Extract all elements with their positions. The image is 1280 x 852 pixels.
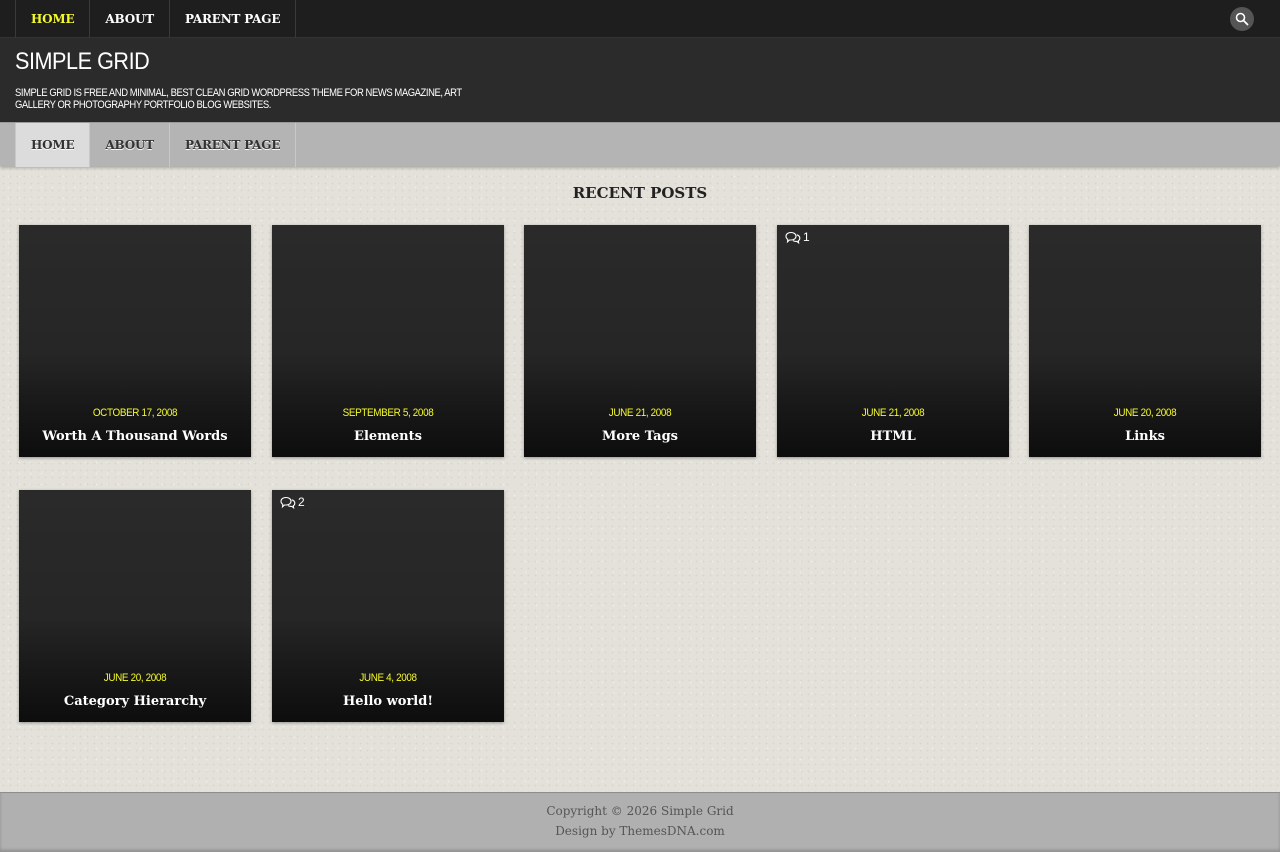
comments-icon bbox=[280, 496, 296, 509]
top-bar: HOME ABOUT PARENT PAGE bbox=[0, 0, 1280, 38]
post-date: JUNE 20, 2008 bbox=[1113, 407, 1177, 419]
post-date: JUNE 21, 2008 bbox=[861, 407, 925, 419]
design-credit-link[interactable]: Design by ThemesDNA.com bbox=[0, 824, 1280, 838]
primary-menu: HOME ABOUT PARENT PAGE bbox=[15, 123, 297, 167]
post-card[interactable]: 2 JUNE 4, 2008 Hello world! bbox=[272, 490, 504, 722]
nav-about[interactable]: ABOUT bbox=[89, 123, 169, 167]
top-nav-parent-page[interactable]: PARENT PAGE bbox=[168, 0, 297, 38]
primary-nav: HOME ABOUT PARENT PAGE bbox=[0, 122, 1280, 167]
comment-count[interactable]: 1 bbox=[785, 229, 810, 245]
copyright-text: Copyright © 2026 Simple Grid bbox=[546, 804, 734, 818]
post-date: OCTOBER 17, 2008 bbox=[92, 407, 178, 419]
search-button[interactable] bbox=[1230, 7, 1254, 31]
search-icon bbox=[1235, 12, 1249, 26]
post-card[interactable]: JUNE 20, 2008 Category Hierarchy bbox=[19, 490, 251, 722]
post-date: JUNE 21, 2008 bbox=[608, 407, 672, 419]
post-card[interactable]: OCTOBER 17, 2008 Worth A Thousand Words bbox=[19, 225, 251, 457]
comment-count-label: 1 bbox=[803, 230, 810, 244]
top-nav: HOME ABOUT PARENT PAGE bbox=[15, 0, 297, 38]
comment-count-label: 2 bbox=[298, 495, 305, 509]
post-title[interactable]: Links bbox=[1029, 429, 1261, 444]
top-nav-home[interactable]: HOME bbox=[15, 0, 89, 38]
site-title[interactable]: SIMPLE GRID bbox=[15, 48, 150, 76]
post-date: JUNE 4, 2008 bbox=[359, 672, 417, 684]
post-title[interactable]: Hello world! bbox=[272, 694, 504, 709]
top-nav-about[interactable]: ABOUT bbox=[89, 0, 169, 38]
post-card[interactable]: 1 JUNE 21, 2008 HTML bbox=[777, 225, 1009, 457]
nav-parent-page[interactable]: PARENT PAGE bbox=[168, 123, 297, 167]
post-title[interactable]: Elements bbox=[272, 429, 504, 444]
comments-icon bbox=[785, 231, 801, 244]
site-footer: Copyright © 2026 Simple Grid Design by T… bbox=[0, 792, 1280, 852]
post-title[interactable]: More Tags bbox=[524, 429, 756, 444]
post-card[interactable]: SEPTEMBER 5, 2008 Elements bbox=[272, 225, 504, 457]
post-card[interactable]: JUNE 20, 2008 Links bbox=[1029, 225, 1261, 457]
post-title[interactable]: HTML bbox=[777, 429, 1009, 444]
post-title[interactable]: Category Hierarchy bbox=[19, 694, 251, 709]
nav-home[interactable]: HOME bbox=[15, 123, 90, 167]
post-title[interactable]: Worth A Thousand Words bbox=[19, 429, 251, 444]
post-card[interactable]: JUNE 21, 2008 More Tags bbox=[524, 225, 756, 457]
site-header: SIMPLE GRID SIMPLE GRID IS FREE AND MINI… bbox=[0, 38, 1280, 122]
site-description: SIMPLE GRID IS FREE AND MINIMAL, BEST CL… bbox=[15, 87, 462, 111]
section-title: RECENT POSTS bbox=[572, 184, 708, 202]
post-date: JUNE 20, 2008 bbox=[103, 672, 167, 684]
post-date: SEPTEMBER 5, 2008 bbox=[342, 407, 434, 419]
comment-count[interactable]: 2 bbox=[280, 494, 305, 510]
